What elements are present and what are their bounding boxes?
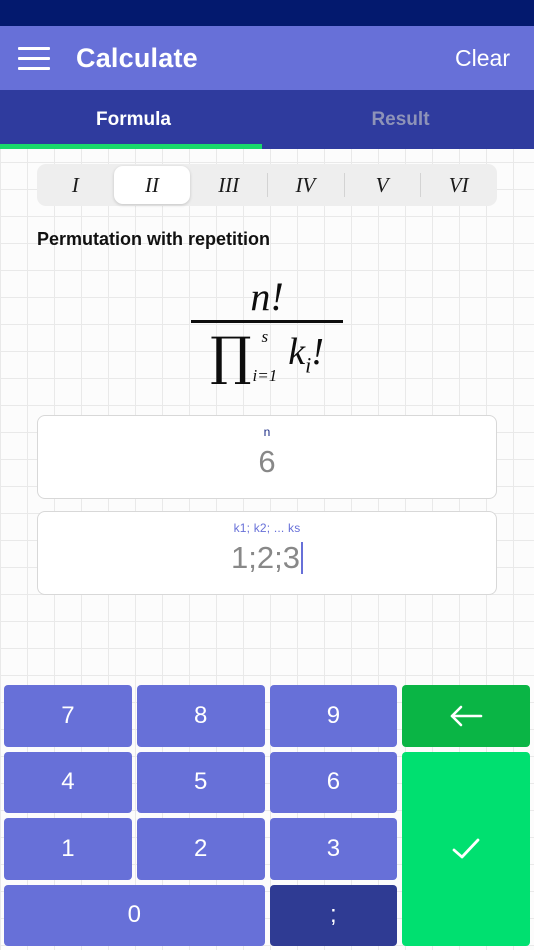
key-2[interactable]: 2 [136,818,265,880]
field-k-text: 1;2;3 [231,540,300,575]
key-semicolon[interactable]: ; [269,884,398,946]
segmented-control: I II III IV V VI [37,164,497,206]
main-content: I II III IV V VI Permutation with repeti… [0,149,534,950]
clear-button[interactable]: Clear [453,41,512,76]
tab-result[interactable]: Result [267,90,534,149]
formula-display: n! ∏ s i=1 ki! [0,274,534,387]
fraction-denominator: ∏ s i=1 ki! [210,323,324,387]
field-n-label: n [263,425,271,439]
segment-iv[interactable]: IV [267,164,344,206]
check-icon [449,835,483,863]
key-3[interactable]: 3 [269,818,398,880]
formula-name: Permutation with repetition [37,229,271,249]
text-cursor [300,542,303,575]
key-0[interactable]: 0 [4,884,265,946]
page-title: Calculate [76,42,198,73]
input-fields: n 6 k1; k2; ... ks 1;2;3 [0,415,534,595]
product-upper-limit: s [261,327,269,346]
fraction-numerator: n! [250,274,284,319]
product-lower-limit: i=1 [252,366,278,385]
product-symbol: ∏ [210,326,252,387]
key-6[interactable]: 6 [269,751,398,813]
key-4[interactable]: 4 [4,751,132,813]
field-k-value: 1;2;3 [231,539,303,578]
product-limits: s i=1 [253,328,278,384]
arrow-left-icon [447,703,485,729]
segment-ii[interactable]: II [113,166,191,204]
tab-bar: Formula Result [0,90,534,149]
key-confirm[interactable] [402,751,530,946]
key-1[interactable]: 1 [4,818,132,880]
tab-formula[interactable]: Formula [0,90,267,149]
denominator-term: ki! [288,330,324,379]
segment-vi[interactable]: VI [420,164,497,206]
field-n-text: 6 [258,444,276,479]
app-bar: Calculate Clear [0,26,534,90]
hamburger-menu-icon[interactable] [18,43,52,73]
key-8[interactable]: 8 [136,685,265,747]
segment-iii[interactable]: III [190,164,267,206]
field-n[interactable]: n 6 [37,415,497,499]
key-9[interactable]: 9 [269,685,398,747]
key-5[interactable]: 5 [136,751,265,813]
status-bar [0,0,534,26]
denominator-factorial: ! [311,330,324,373]
field-k[interactable]: k1; k2; ... ks 1;2;3 [37,511,497,595]
key-7[interactable]: 7 [4,685,132,747]
field-k-label: k1; k2; ... ks [233,521,301,535]
denominator-base: k [288,330,306,373]
fraction: n! ∏ s i=1 ki! [191,274,343,387]
field-n-value: 6 [258,443,275,482]
key-backspace[interactable] [402,685,530,747]
formula-selector: I II III IV V VI [0,149,534,206]
segment-i[interactable]: I [37,164,114,206]
segment-v[interactable]: V [343,164,421,206]
numeric-keypad: 7 8 9 4 5 6 1 2 3 0 ; [0,685,534,950]
app-screen: Calculate Clear Formula Result I II III … [0,0,534,950]
